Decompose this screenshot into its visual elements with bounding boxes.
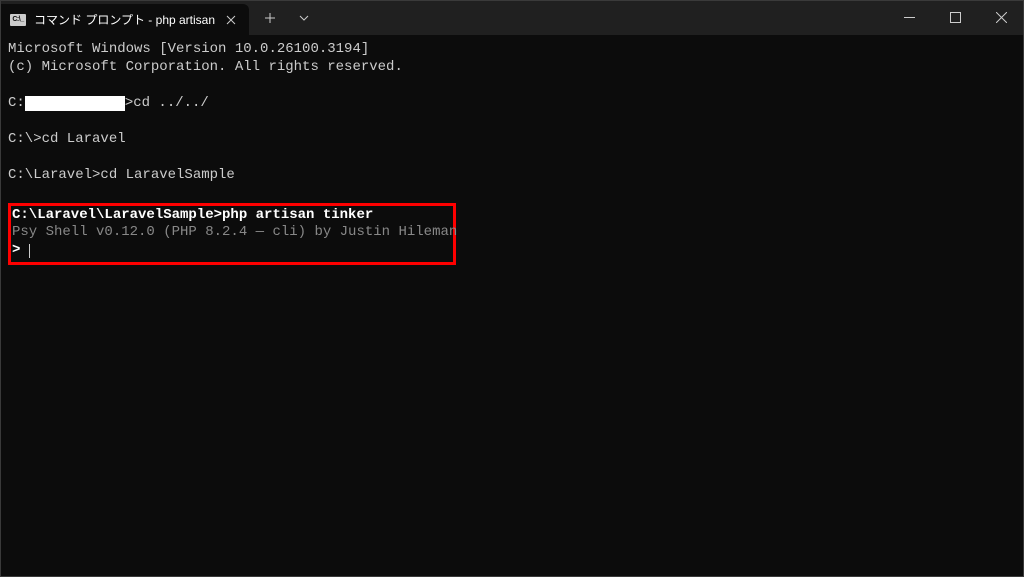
redacted-path [25,96,125,111]
titlebar-left: C:\_ コマンド プロンプト - php artisan [0,0,321,35]
tab-title: コマンド プロンプト - php artisan [34,11,215,28]
version-line: Microsoft Windows [Version 10.0.26100.31… [8,41,1016,59]
maximize-button[interactable] [932,0,978,35]
minimize-button[interactable] [886,0,932,35]
tinker-command: C:\Laravel\LaravelSample>php artisan tin… [12,207,452,225]
prompt-line-3: C:\Laravel>cd LaravelSample [8,167,1016,185]
tab-actions [253,0,321,35]
tab-close-button[interactable] [223,12,239,28]
copyright-line: (c) Microsoft Corporation. All rights re… [8,59,1016,77]
titlebar: C:\_ コマンド プロンプト - php artisan [0,0,1024,35]
highlight-box: C:\Laravel\LaravelSample>php artisan tin… [8,203,456,266]
prompt-line-2: C:\>cd Laravel [8,131,1016,149]
psy-shell-line: Psy Shell v0.12.0 (PHP 8.2.4 — cli) by J… [12,224,452,242]
prompt-line-1: C:>cd ../../ [8,95,1016,113]
tab-dropdown-button[interactable] [287,2,321,33]
cmd-icon: C:\_ [10,13,26,27]
terminal-output[interactable]: Microsoft Windows [Version 10.0.26100.31… [0,35,1024,271]
cursor [29,244,30,258]
close-button[interactable] [978,0,1024,35]
window-controls [886,0,1024,35]
tinker-prompt: > [12,242,452,260]
new-tab-button[interactable] [253,2,287,33]
tab-active[interactable]: C:\_ コマンド プロンプト - php artisan [0,4,249,35]
